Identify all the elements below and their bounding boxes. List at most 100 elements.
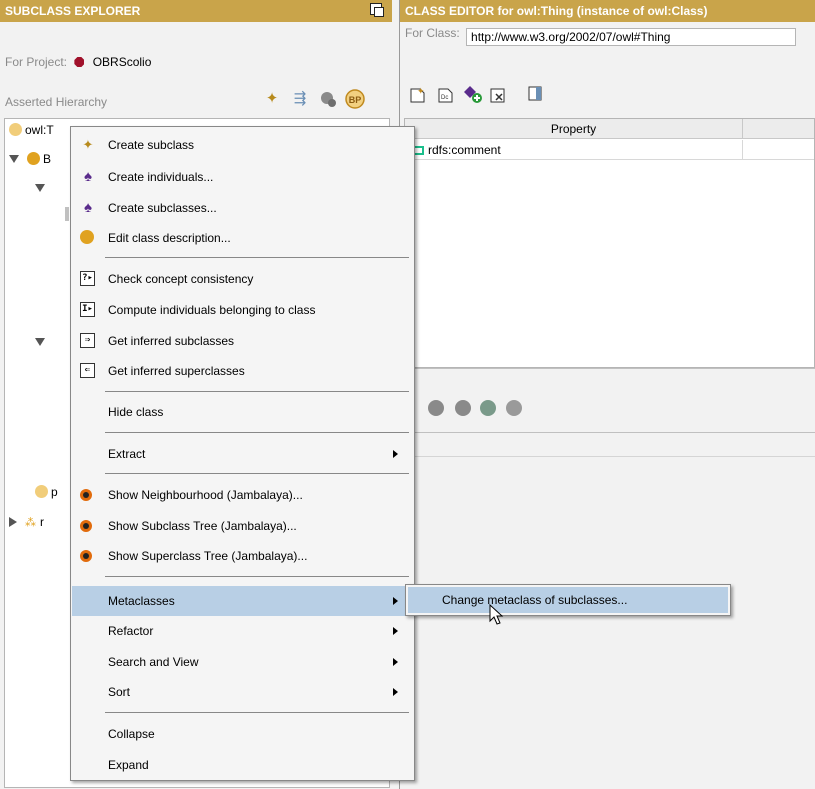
menu-item-expand[interactable]: Expand (72, 750, 413, 780)
remove-restriction-icon[interactable] (488, 85, 508, 103)
create-expression-icon[interactable] (480, 400, 496, 416)
menu-item-collapse[interactable]: Collapse (72, 719, 413, 749)
hierarchy-label: Asserted Hierarchy (5, 95, 108, 109)
table-header: Property (405, 119, 814, 139)
wizard-icon: ♠ (84, 168, 92, 185)
menu-item-change-metaclass[interactable]: Change metaclass of subclasses... (408, 587, 728, 613)
menu-item-label: Edit class description... (108, 231, 231, 245)
menu-item-create-subclasses[interactable]: ♠ Create subclasses... (72, 193, 413, 223)
tree-node-p[interactable]: p (35, 483, 58, 501)
bp-icon[interactable]: BP (344, 89, 365, 109)
menu-item-label: Create subclasses... (108, 201, 217, 215)
menu-item-label: Extract (108, 447, 146, 461)
document-class-icon[interactable]: Dc (436, 84, 456, 103)
class-editor-panel: CLASS EDITOR for owl:Thing (instance of … (400, 0, 815, 789)
menu-separator (105, 712, 409, 713)
tree-node-b[interactable]: B (9, 150, 51, 168)
menu-item-show-neighbourhood[interactable]: Show Neighbourhood (Jambalaya)... (72, 480, 413, 510)
create-subclass-icon[interactable]: ✦ (262, 90, 282, 108)
mouse-pointer-icon (489, 604, 504, 625)
menu-item-get-inferred-subclasses[interactable]: ⇒ Get inferred subclasses (72, 326, 413, 356)
tree-connector (65, 207, 69, 221)
tree-node-label: B (43, 152, 52, 166)
menu-separator (105, 576, 409, 577)
expand-triangle-icon[interactable] (35, 338, 45, 346)
submenu-arrow-icon (393, 597, 398, 605)
check-consistency-icon: ?▸ (80, 271, 95, 286)
jambalaya-icon (80, 520, 92, 532)
menu-item-label: Metaclasses (108, 594, 175, 608)
menu-item-label: Create subclass (108, 138, 195, 152)
menu-separator (105, 432, 409, 433)
menu-item-label: Compute individuals belonging to class (108, 303, 316, 317)
submenu-arrow-icon (393, 627, 398, 635)
menu-item-label: Show Superclass Tree (Jambalaya)... (108, 549, 308, 563)
column-property[interactable]: Property (405, 119, 743, 139)
property-cell: rdfs:comment (428, 143, 501, 157)
menu-item-compute-individuals[interactable]: I▸ Compute individuals belonging to class (72, 295, 413, 325)
menu-item-metaclasses[interactable]: Metaclasses (72, 586, 413, 616)
menu-separator (105, 473, 409, 474)
expand-triangle-icon[interactable] (35, 184, 45, 192)
column-divider (742, 140, 743, 160)
delete-class-icon[interactable] (318, 90, 338, 108)
menu-item-get-inferred-superclasses[interactable]: ⇐ Get inferred superclasses (72, 356, 413, 386)
metaclasses-submenu: Change metaclass of subclasses... (405, 584, 731, 616)
wizard-icon: ♠ (84, 199, 92, 216)
class-icon (9, 123, 22, 136)
tree-node-label: p (51, 485, 58, 499)
menu-item-label: Show Subclass Tree (Jambalaya)... (108, 519, 297, 533)
menu-item-hide-class[interactable]: Hide class (72, 397, 413, 427)
create-class-icon[interactable]: ✦ (408, 84, 428, 103)
menu-item-sort[interactable]: Sort (72, 677, 413, 707)
maximize-icon[interactable] (370, 3, 384, 17)
add-superclass-icon[interactable] (428, 400, 444, 416)
tree-node-child-2[interactable] (35, 333, 53, 351)
table-row[interactable]: rdfs:comment (405, 140, 814, 160)
class-icon (35, 485, 48, 498)
inferred-superclasses-icon: ⇐ (80, 363, 95, 378)
section-divider (400, 368, 815, 369)
class-editor-header: CLASS EDITOR for owl:Thing (instance of … (400, 0, 815, 22)
svg-text:BP: BP (349, 95, 362, 105)
subclass-explorer-header: SUBCLASS EXPLORER (0, 0, 392, 22)
menu-item-check-concept-consistency[interactable]: ?▸ Check concept consistency (72, 264, 413, 294)
collapse-triangle-icon[interactable] (9, 517, 17, 527)
subclass-explorer-title: SUBCLASS EXPLORER (5, 4, 141, 18)
class-editor-title: CLASS EDITOR for owl:Thing (instance of … (405, 4, 708, 18)
menu-item-label: Check concept consistency (108, 272, 254, 286)
remove-superclass-icon[interactable] (506, 400, 522, 416)
svg-text:Dc: Dc (441, 95, 448, 101)
menu-item-search-and-view[interactable]: Search and View (72, 647, 413, 677)
menu-item-extract[interactable]: Extract (72, 439, 413, 469)
svg-text:✦: ✦ (417, 86, 425, 96)
class-icon (80, 230, 94, 244)
tree-node-r[interactable]: ⁂ r (9, 513, 44, 531)
menu-item-create-individuals[interactable]: ♠ Create individuals... (72, 162, 413, 192)
submenu-arrow-icon (393, 688, 398, 696)
for-class-label: For Class: (405, 26, 460, 40)
menu-item-create-subclass[interactable]: ✦ Create subclass (72, 130, 413, 160)
property-table: Property rdfs:comment (404, 118, 815, 368)
menu-item-show-subclass-tree[interactable]: Show Subclass Tree (Jambalaya)... (72, 511, 413, 541)
for-class-field[interactable]: http://www.w3.org/2002/07/owl#Thing (466, 28, 797, 46)
create-subclasses-icon[interactable]: ⇶ (290, 90, 310, 108)
menu-item-label: Hide class (108, 405, 164, 419)
submenu-arrow-icon (393, 658, 398, 666)
expand-triangle-icon[interactable] (9, 155, 19, 163)
add-restriction-icon[interactable] (462, 84, 482, 103)
tree-node-child[interactable] (35, 179, 53, 197)
menu-separator (105, 391, 409, 392)
menu-item-label: Collapse (108, 727, 155, 741)
tree-node-owl-thing[interactable]: owl:T (9, 121, 54, 139)
view-toggle-icon[interactable] (525, 85, 545, 103)
add-named-class-icon[interactable] (455, 400, 471, 416)
jambalaya-icon (80, 489, 92, 501)
menu-item-edit-class-description[interactable]: Edit class description... (72, 223, 413, 253)
menu-separator (105, 257, 409, 258)
menu-item-show-superclass-tree[interactable]: Show Superclass Tree (Jambalaya)... (72, 541, 413, 571)
menu-item-label: Create individuals... (108, 170, 214, 184)
menu-item-refactor[interactable]: Refactor (72, 616, 413, 646)
menu-item-label: Show Neighbourhood (Jambalaya)... (108, 488, 303, 502)
section-divider-3 (400, 456, 815, 457)
